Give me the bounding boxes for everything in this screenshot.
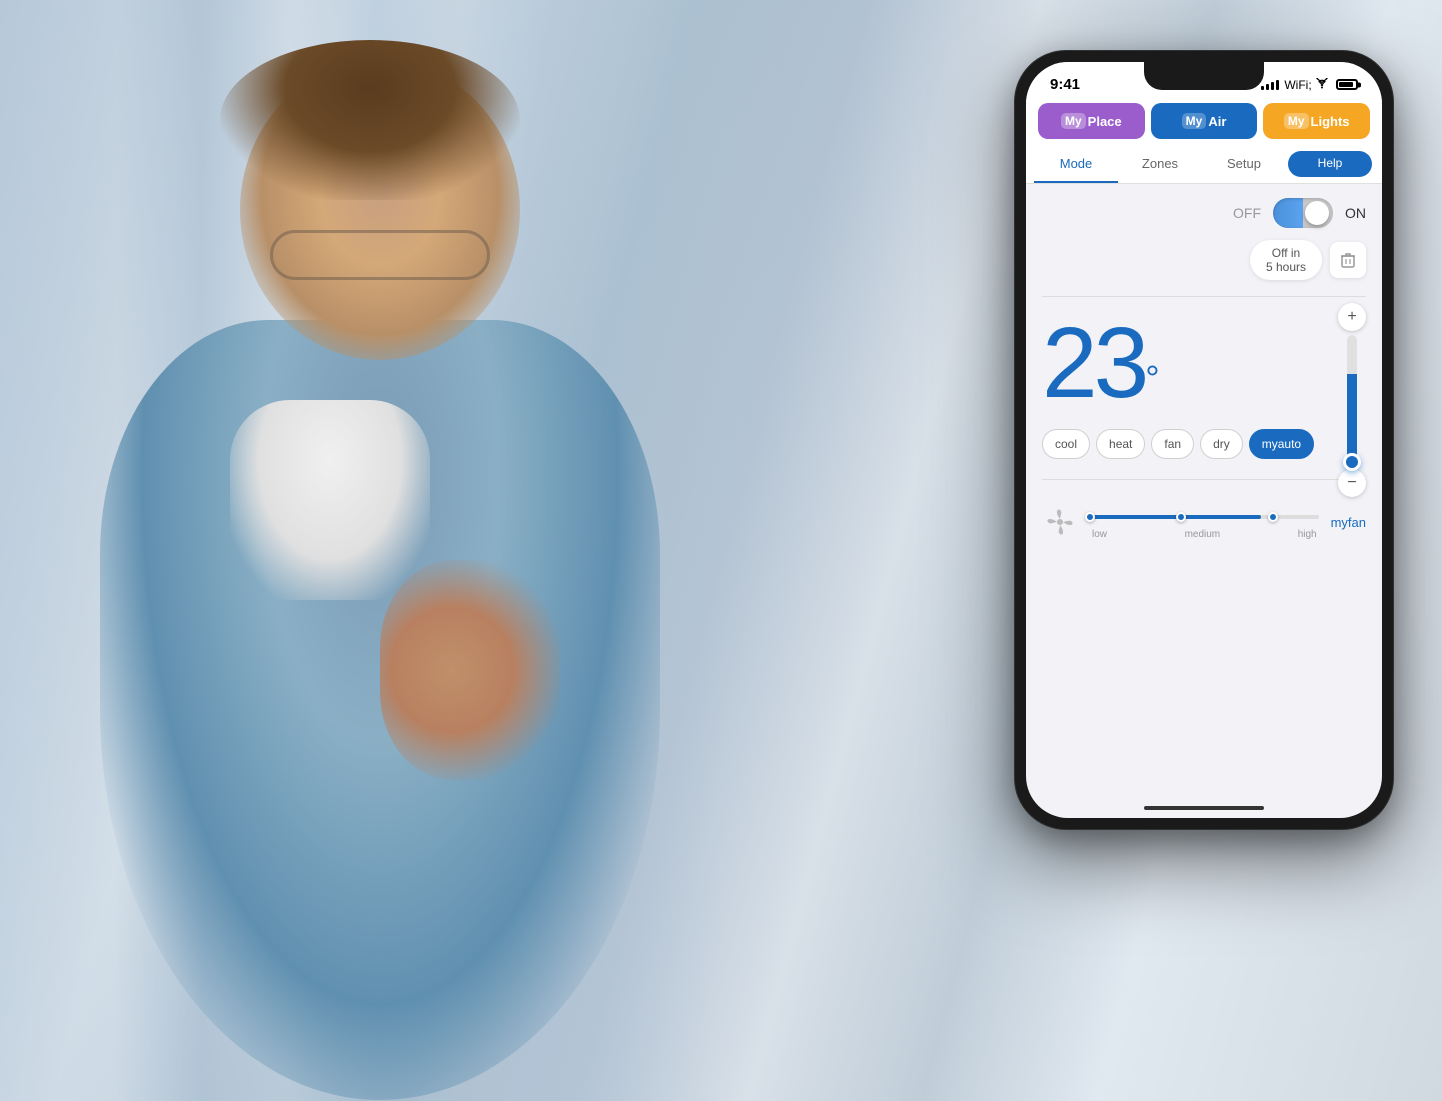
temp-slider-track[interactable] [1347,335,1357,465]
temperature-section: 23° + − [1042,313,1366,413]
timer-pill[interactable]: Off in 5 hours [1250,240,1322,280]
battery-fill [1339,82,1353,87]
temperature-degree: ° [1145,358,1159,399]
myair-name: Air [1208,114,1226,129]
timer-label-line2: 5 hours [1266,260,1306,274]
fan-section: low medium high myfan [1042,496,1366,548]
fan-icon [1042,504,1078,540]
on-label: ON [1345,205,1366,221]
fan-dot-high [1268,512,1278,522]
wifi-icon: WiFi; [1284,78,1329,92]
nav-tab-mode[interactable]: Mode [1034,145,1118,183]
delete-timer-button[interactable] [1330,242,1366,278]
tab-mylights[interactable]: My Lights [1263,103,1370,139]
status-time: 9:41 [1050,76,1080,93]
toggle-thumb [1305,201,1329,225]
signal-bar-1 [1261,86,1264,90]
fan-mode-label[interactable]: myfan [1331,515,1366,530]
fan-label-medium: medium [1185,529,1221,540]
myplace-name: Place [1088,114,1122,129]
fan-dot-medium [1176,512,1186,522]
nav-tabs: Mode Zones Setup Help [1026,145,1382,184]
section-divider [1042,296,1366,297]
off-label: OFF [1233,205,1261,221]
phone-mockup: 9:41 WiFi; [1014,50,1394,830]
fan-speed-slider[interactable]: low medium high [1090,505,1319,540]
temp-slider-thumb [1343,453,1361,471]
fan-dot-low [1085,512,1095,522]
mode-cool-button[interactable]: cool [1042,429,1090,459]
wifi-svg [1315,78,1329,89]
fan-slider-track [1090,515,1319,519]
fan-label-high: high [1298,529,1317,540]
power-toggle[interactable] [1273,198,1333,228]
home-indicator [1144,806,1264,810]
tab-myair[interactable]: My Air [1151,103,1258,139]
main-scroll-area: OFF ON Off in 5 hours [1026,184,1382,818]
mode-fan-button[interactable]: fan [1151,429,1194,459]
signal-bar-2 [1266,84,1269,90]
mylights-name: Lights [1311,114,1350,129]
mode-myauto-button[interactable]: myauto [1249,429,1314,459]
fan-labels: low medium high [1090,529,1319,540]
phone-frame: 9:41 WiFi; [1014,50,1394,830]
fan-label-low: low [1092,529,1107,540]
tab-myplace[interactable]: My Place [1038,103,1145,139]
nav-tab-zones[interactable]: Zones [1118,145,1202,183]
signal-bar-3 [1271,82,1274,90]
phone-notch [1144,62,1264,90]
power-row: OFF ON [1042,198,1366,228]
status-icons: WiFi; [1261,78,1358,92]
signal-icon [1261,80,1279,90]
trash-icon [1341,252,1355,268]
myair-my: My [1182,113,1207,129]
fan-svg-icon [1046,508,1074,536]
nav-tab-setup[interactable]: Setup [1202,145,1286,183]
mylights-my: My [1284,113,1309,129]
temperature-display: 23° [1042,313,1366,413]
mode-buttons: cool heat fan dry myauto [1042,429,1366,459]
app-tabs: My Place My Air My Lights [1026,97,1382,145]
mode-dry-button[interactable]: dry [1200,429,1243,459]
section-divider-2 [1042,479,1366,480]
phone-screen: 9:41 WiFi; [1026,62,1382,818]
myplace-my: My [1061,113,1086,129]
temp-decrease-button[interactable]: − [1338,469,1366,497]
signal-bar-4 [1276,80,1279,90]
timer-row: Off in 5 hours [1042,240,1366,280]
mode-heat-button[interactable]: heat [1096,429,1145,459]
temperature-value: 23 [1042,307,1145,419]
battery-icon [1336,79,1358,90]
nav-tab-help[interactable]: Help [1288,151,1372,177]
temperature-slider: + − [1338,303,1366,497]
temp-increase-button[interactable]: + [1338,303,1366,331]
timer-label-line1: Off in [1272,246,1300,260]
